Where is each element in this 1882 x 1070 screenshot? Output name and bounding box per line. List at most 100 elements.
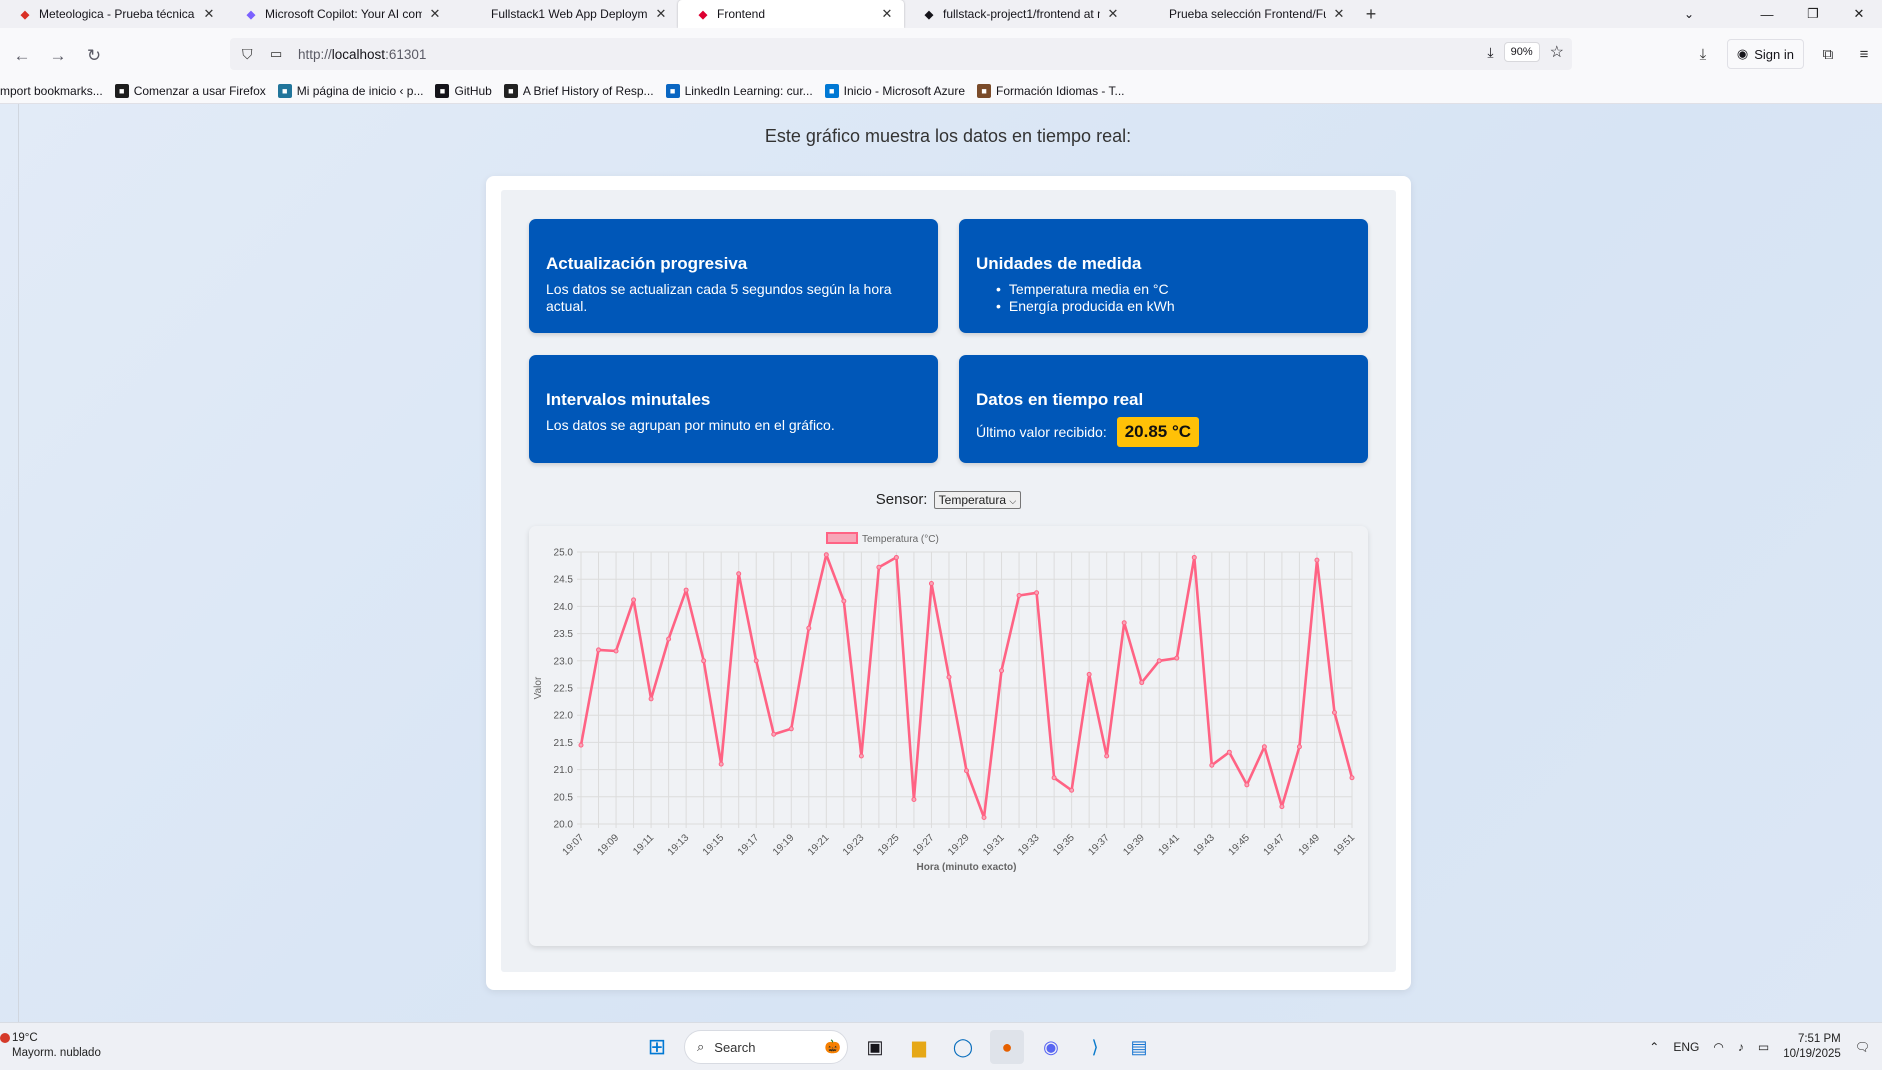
bookmark-item[interactable]: ■ GitHub — [435, 83, 492, 98]
y-tick-label: 22.0 — [554, 711, 574, 722]
x-tick-label: 19:09 — [596, 832, 622, 858]
volume-icon[interactable]: ♪ — [1738, 1040, 1744, 1054]
data-point — [1349, 775, 1355, 781]
x-tick-label: 19:47 — [1262, 832, 1288, 858]
close-window-icon[interactable]: ✕ — [1836, 0, 1882, 28]
language-indicator[interactable]: ENG — [1673, 1040, 1699, 1054]
y-axis-title: Valor — [533, 676, 544, 699]
notifications-icon[interactable]: 🗨 — [1855, 1040, 1870, 1054]
firefox-icon[interactable]: ● — [990, 1030, 1024, 1064]
tab-favicon-icon — [470, 7, 484, 21]
weather-widget[interactable]: 19°C Mayorm. nublado — [0, 1031, 101, 1061]
battery-icon[interactable]: ▭ — [1758, 1040, 1769, 1054]
last-value-row: Último valor recibido: 20.85 °C — [976, 417, 1351, 447]
restore-icon[interactable]: ❐ — [1790, 0, 1836, 28]
dashboard-card: Actualización progresiva Los datos se ac… — [486, 176, 1411, 990]
chart-card: Temperatura (°C) 25.0 24.5 24.0 23.5 23.0 22.5… — [529, 526, 1368, 946]
data-point — [964, 768, 969, 774]
search-icon: ⌕ — [697, 1039, 705, 1054]
info-card-title: Actualización progresiva — [546, 254, 748, 273]
data-point — [823, 552, 829, 558]
wifi-icon[interactable]: ◠ — [1713, 1040, 1723, 1054]
azure-icon: ■ — [824, 83, 839, 98]
url-text[interactable]: http://localhost:61301 — [298, 47, 426, 62]
navigation-toolbar: ← → ↻ ⛉ ▭ http://localhost:61301 ⤓ 90% ☆… — [0, 28, 1882, 84]
tray-chevron-up-icon[interactable]: ⌃ — [1649, 1040, 1659, 1054]
clock-time: 7:51 PM — [1797, 1033, 1841, 1045]
downloads-icon[interactable]: ⤓ — [1685, 46, 1721, 63]
browser-tab[interactable]: ◆ Meteologica - Prueba técnica - ✕ — [0, 0, 226, 28]
sensor-select[interactable]: Temperatura ⌵ — [933, 491, 1022, 510]
close-tab-icon[interactable]: ✕ — [654, 6, 668, 22]
close-tab-icon[interactable]: ✕ — [428, 6, 442, 22]
x-tick-label: 19:13 — [666, 832, 692, 858]
taskbar-search[interactable]: ⌕ Search 🎃 — [684, 1030, 848, 1064]
angular-icon: ◆ — [698, 8, 708, 21]
bookmark-label: Comenzar a usar Firefox — [133, 83, 266, 98]
bookmark-item[interactable]: ■ Formación Idiomas - T... — [977, 83, 1125, 98]
browser-tab[interactable]: ◆ Frontend ✕ — [678, 0, 904, 28]
menu-hamburger-icon[interactable]: ≡ — [1846, 46, 1882, 63]
close-tab-icon[interactable]: ✕ — [880, 6, 894, 22]
forward-arrow-icon[interactable]: → — [42, 40, 74, 72]
bookmark-item[interactable]: ■ Inicio - Microsoft Azure — [824, 83, 965, 98]
x-tick-label: 19:11 — [631, 832, 656, 857]
bookmark-item[interactable]: ■ Comenzar a usar Firefox — [114, 83, 266, 98]
y-tick-label: 25.0 — [554, 548, 574, 559]
tracking-shield-icon[interactable]: ⛉ — [242, 46, 260, 63]
linkedin-icon: ■ — [665, 83, 680, 98]
bookmark-item[interactable]: mport bookmarks... — [0, 84, 103, 98]
info-card-title: Datos en tiempo real — [976, 390, 1144, 409]
page-info-icon[interactable]: ▭ — [270, 46, 286, 62]
sign-in-button[interactable]: ◉ Sign in — [1726, 39, 1804, 69]
zoom-level-badge[interactable]: 90% — [1503, 42, 1540, 62]
data-point — [1331, 709, 1337, 715]
sign-in-label: Sign in — [1754, 46, 1794, 62]
notepad-icon[interactable]: ▤ — [1122, 1030, 1156, 1064]
weather-desc: Mayorm. nublado — [12, 1047, 101, 1059]
bookmark-label: mport bookmarks... — [0, 83, 103, 98]
data-point — [841, 598, 847, 604]
x-tick-label: 19:15 — [701, 832, 727, 858]
minimize-icon[interactable]: — — [1744, 0, 1790, 28]
new-tab-icon[interactable]: + — [1356, 4, 1386, 25]
close-tab-icon[interactable]: ✕ — [202, 6, 216, 22]
address-bar[interactable]: ⛉ ▭ http://localhost:61301 ⤓ 90% ☆ — [230, 38, 1572, 70]
app-icon[interactable]: ◯ — [946, 1030, 980, 1064]
file-explorer-icon[interactable]: ▆ — [902, 1030, 936, 1064]
close-tab-icon[interactable]: ✕ — [1106, 6, 1120, 22]
windows-start-icon[interactable]: ⊞ — [640, 1030, 674, 1064]
data-point — [736, 571, 742, 577]
last-value-badge: 20.85 °C — [1116, 417, 1200, 447]
x-tick-label: 19:35 — [1051, 832, 1077, 858]
close-tab-icon[interactable]: ✕ — [1332, 6, 1346, 22]
extensions-icon[interactable]: ⧉ — [1810, 46, 1846, 63]
window-controls: — ❐ ✕ — [1744, 0, 1882, 28]
info-card-realtime: Datos en tiempo real Último valor recibi… — [959, 355, 1368, 463]
bookmark-item[interactable]: ■ Mi página de inicio ‹ p... — [277, 83, 423, 98]
y-tick-label: 23.5 — [554, 629, 574, 640]
clock[interactable]: 7:51 PM 10/19/2025 — [1783, 1032, 1841, 1062]
x-tick-label: 19:45 — [1227, 832, 1253, 858]
bookmark-item[interactable]: ■ A Brief History of Resp... — [503, 83, 654, 98]
browser-tab[interactable]: Fullstack1 Web App Deployment Gu ✕ — [452, 0, 678, 28]
task-view-icon[interactable]: ▣ — [858, 1030, 892, 1064]
x-tick-label: 19:33 — [1016, 832, 1042, 858]
data-point — [1314, 557, 1320, 563]
browser-tab[interactable]: Prueba selección Frontend/Fullstack ✕ — [1130, 0, 1356, 28]
wordpress-icon: ■ — [277, 83, 292, 98]
data-point — [1244, 782, 1250, 788]
back-arrow-icon[interactable]: ← — [6, 40, 38, 72]
data-point — [1034, 590, 1040, 596]
info-card-text: Los datos se agrupan por minuto en el gr… — [546, 417, 835, 433]
save-to-pocket-icon[interactable]: ⤓ — [1487, 44, 1493, 61]
bookmark-star-icon[interactable]: ☆ — [1550, 42, 1564, 62]
bookmark-item[interactable]: ■ LinkedIn Learning: cur... — [665, 83, 813, 98]
data-point — [788, 726, 794, 732]
vscode-icon[interactable]: ⟩ — [1078, 1030, 1112, 1064]
tab-list-chevron-icon[interactable]: ⌄ — [1674, 0, 1704, 28]
reload-icon[interactable]: ↻ — [78, 40, 110, 72]
browser-tab[interactable]: ◆ Microsoft Copilot: Your AI comp ✕ — [226, 0, 452, 28]
discord-icon[interactable]: ◉ — [1034, 1030, 1068, 1064]
browser-tab[interactable]: ◆ fullstack-project1/frontend at m ✕ — [904, 0, 1130, 28]
